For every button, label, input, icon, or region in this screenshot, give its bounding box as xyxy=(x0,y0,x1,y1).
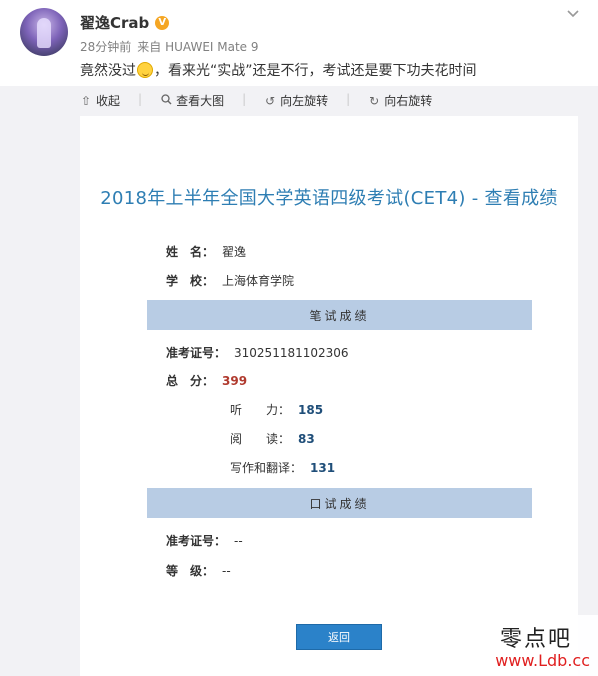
rotate-left-icon: ↺ xyxy=(265,93,276,108)
rotate-left-button[interactable]: ↺ 向左旋转 xyxy=(264,92,328,109)
score-screenshot[interactable]: 2018年上半年全国大学英语四级考试(CET4) - 查看成绩 姓 名： 翟逸 … xyxy=(80,116,578,676)
school-value: 上海体育学院 xyxy=(222,274,295,288)
post-meta: 28分钟前 来自 HUAWEI Mate 9 xyxy=(80,38,259,55)
name-value: 翟逸 xyxy=(222,245,247,259)
rotate-right-label: 向右旋转 xyxy=(384,94,433,108)
school-row: 学 校： 上海体育学院 xyxy=(166,272,294,289)
ticket-row: 准考证号： 310251181102306 xyxy=(166,344,349,361)
total-label: 总 分： xyxy=(166,374,215,388)
collapse-button[interactable]: ⇧ 收起 xyxy=(80,92,120,109)
post-time[interactable]: 28分钟前 xyxy=(80,38,131,55)
watermark-url: www.Ldb.cc xyxy=(495,651,590,670)
writing-label: 写作和翻译： xyxy=(230,461,303,475)
grade-label: 等 级： xyxy=(166,564,215,578)
grade-row: 等 级： -- xyxy=(166,562,231,579)
total-score: 399 xyxy=(222,374,248,388)
author-line: 翟逸Crab V xyxy=(80,12,170,33)
toolbar-divider: | xyxy=(242,92,247,106)
watermark: 零点吧 www.Ldb.cc xyxy=(470,615,598,676)
toolbar-divider: | xyxy=(346,92,351,106)
collapse-label: 收起 xyxy=(96,94,121,108)
page-title: 2018年上半年全国大学英语四级考试(CET4) - 查看成绩 xyxy=(100,188,558,209)
avatar-figure xyxy=(37,18,51,48)
chevron-down-icon[interactable] xyxy=(566,6,580,20)
toolbar-divider: | xyxy=(138,92,143,106)
writing-row: 写作和翻译： 131 xyxy=(230,459,335,476)
collapse-up-icon: ⇧ xyxy=(80,93,92,108)
sweat-smile-emoji-icon xyxy=(137,62,153,78)
oral-ticket-label: 准考证号： xyxy=(166,534,227,548)
weibo-post-header: 翟逸Crab V 28分钟前 来自 HUAWEI Mate 9 竟然没过 ，看来… xyxy=(0,0,598,86)
ticket-value: 310251181102306 xyxy=(234,346,349,360)
back-button[interactable]: 返回 xyxy=(296,624,382,650)
listening-score: 185 xyxy=(298,403,324,417)
oral-section-header: 口试成绩 xyxy=(147,488,532,518)
rotate-left-label: 向左旋转 xyxy=(280,94,329,108)
written-section-header: 笔试成绩 xyxy=(147,300,532,330)
author-name[interactable]: 翟逸Crab xyxy=(80,12,149,33)
view-large-label: 查看大图 xyxy=(176,94,225,108)
ticket-label: 准考证号： xyxy=(166,346,227,360)
watermark-title: 零点吧 xyxy=(499,627,572,652)
reading-label: 阅 读： xyxy=(230,432,291,446)
verified-badge-icon: V xyxy=(155,15,170,30)
grade-value: -- xyxy=(222,564,231,578)
reading-score: 83 xyxy=(298,432,315,446)
reading-row: 阅 读： 83 xyxy=(230,430,315,447)
rotate-right-icon: ↻ xyxy=(369,93,380,108)
post-text: 竟然没过 ，看来光“实战”还是不行，考试还是要下功夫花时间 xyxy=(80,60,477,80)
post-source: 来自 HUAWEI Mate 9 xyxy=(137,40,259,54)
avatar[interactable] xyxy=(20,8,68,56)
listening-row: 听 力： 185 xyxy=(230,401,323,418)
name-label: 姓 名： xyxy=(166,245,215,259)
oral-ticket-value: -- xyxy=(234,534,243,548)
image-panel: ⇧ 收起 | 查看大图 | ↺ 向左旋转 | ↻ 向右旋转 2018年上半年全国… xyxy=(0,86,598,676)
rotate-right-button[interactable]: ↻ 向右旋转 xyxy=(368,92,432,109)
image-toolbar: ⇧ 收起 | 查看大图 | ↺ 向左旋转 | ↻ 向右旋转 xyxy=(80,92,432,109)
magnifier-icon xyxy=(160,93,172,108)
post-text-part2: ，看来光“实战”还是不行，考试还是要下功夫花时间 xyxy=(154,63,477,79)
oral-ticket-row: 准考证号： -- xyxy=(166,532,243,549)
listening-label: 听 力： xyxy=(230,403,291,417)
writing-score: 131 xyxy=(310,461,336,475)
post-text-part1: 竟然没过 xyxy=(80,63,136,79)
name-row: 姓 名： 翟逸 xyxy=(166,243,246,260)
view-large-button[interactable]: 查看大图 xyxy=(160,92,224,109)
school-label: 学 校： xyxy=(166,274,215,288)
total-row: 总 分： 399 xyxy=(166,372,247,389)
